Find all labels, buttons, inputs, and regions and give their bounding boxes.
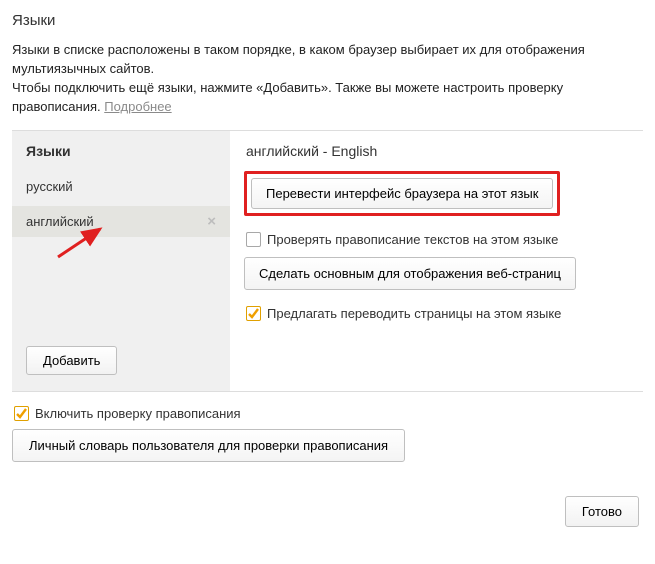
intro-line2: Чтобы подключить ещё языки, нажмите «Доб… <box>12 80 563 114</box>
footer: Готово <box>12 496 643 527</box>
intro-text: Языки в списке расположены в таком поряд… <box>12 41 643 116</box>
languages-panel: Языки русский английский × Добавить англ… <box>12 130 643 392</box>
language-item-russian[interactable]: русский <box>12 171 230 202</box>
personal-dictionary-button[interactable]: Личный словарь пользователя для проверки… <box>12 429 405 462</box>
sidebar-header: Языки <box>12 131 230 169</box>
enable-spellcheck-label: Включить проверку правописания <box>35 406 241 421</box>
detail-heading: английский - English <box>246 143 629 159</box>
page-title: Языки <box>12 12 643 29</box>
language-label: русский <box>26 179 73 194</box>
learn-more-link[interactable]: Подробнее <box>104 99 171 114</box>
enable-spellcheck-row[interactable]: Включить проверку правописания <box>14 406 643 421</box>
make-default-display-button[interactable]: Сделать основным для отображения веб-стр… <box>244 257 576 290</box>
intro-line1: Языки в списке расположены в таком поряд… <box>12 42 585 76</box>
highlight-annotation: Перевести интерфейс браузера на этот язы… <box>244 171 560 216</box>
remove-language-icon[interactable]: × <box>207 214 216 229</box>
language-item-english[interactable]: английский × <box>12 206 230 237</box>
language-detail: английский - English Перевести интерфейс… <box>230 131 643 391</box>
offer-translate-checkbox[interactable] <box>246 306 261 321</box>
language-label: английский <box>26 214 94 229</box>
translate-ui-button[interactable]: Перевести интерфейс браузера на этот язы… <box>251 178 553 209</box>
spellcheck-label: Проверять правописание текстов на этом я… <box>267 232 558 247</box>
done-button[interactable]: Готово <box>565 496 639 527</box>
spellcheck-checkbox[interactable] <box>246 232 261 247</box>
add-language-button[interactable]: Добавить <box>26 346 117 375</box>
spellcheck-row[interactable]: Проверять правописание текстов на этом я… <box>246 232 629 247</box>
languages-sidebar: Языки русский английский × Добавить <box>12 131 230 391</box>
enable-spellcheck-checkbox[interactable] <box>14 406 29 421</box>
offer-translate-row[interactable]: Предлагать переводить страницы на этом я… <box>246 306 629 321</box>
offer-translate-label: Предлагать переводить страницы на этом я… <box>267 306 561 321</box>
